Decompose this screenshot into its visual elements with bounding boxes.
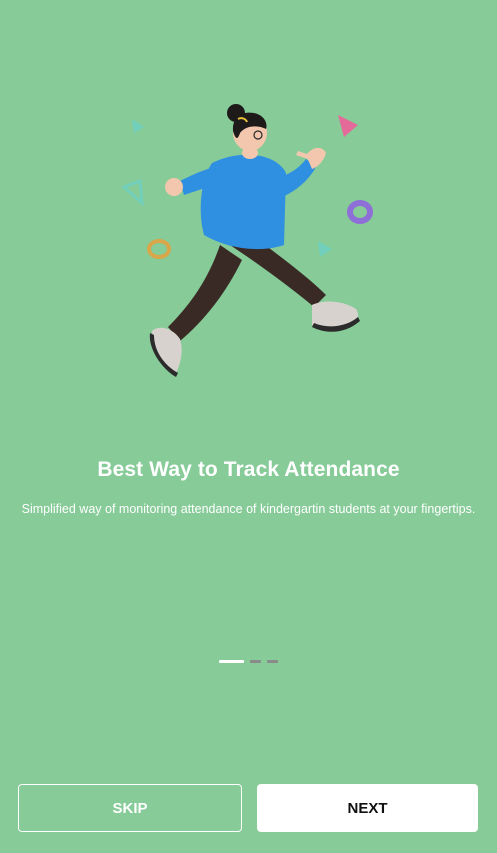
skip-button[interactable]: SKIP [18,784,242,832]
triangle-shape [121,178,144,207]
running-person-illustration [121,104,373,377]
triangle-shape [132,119,144,133]
back-hand [165,178,183,196]
onboarding-screen: Best Way to Track Attendance Simplified … [0,0,497,853]
hair-bun [227,104,245,122]
page-indicator [219,659,278,663]
triangle-shape [318,241,332,257]
triangle-shape [338,115,358,137]
page-indicator-dot-active [219,659,244,663]
back-leg [168,245,242,341]
page-subtitle: Simplified way of monitoring attendance … [21,502,476,516]
page-title: Best Way to Track Attendance [97,458,400,481]
next-button[interactable]: NEXT [257,784,478,832]
pointing-finger [296,151,310,159]
ring-shape [347,200,373,224]
page-indicator-dot [267,659,278,663]
page-indicator-dot [250,659,261,663]
ring-shape [147,239,171,259]
